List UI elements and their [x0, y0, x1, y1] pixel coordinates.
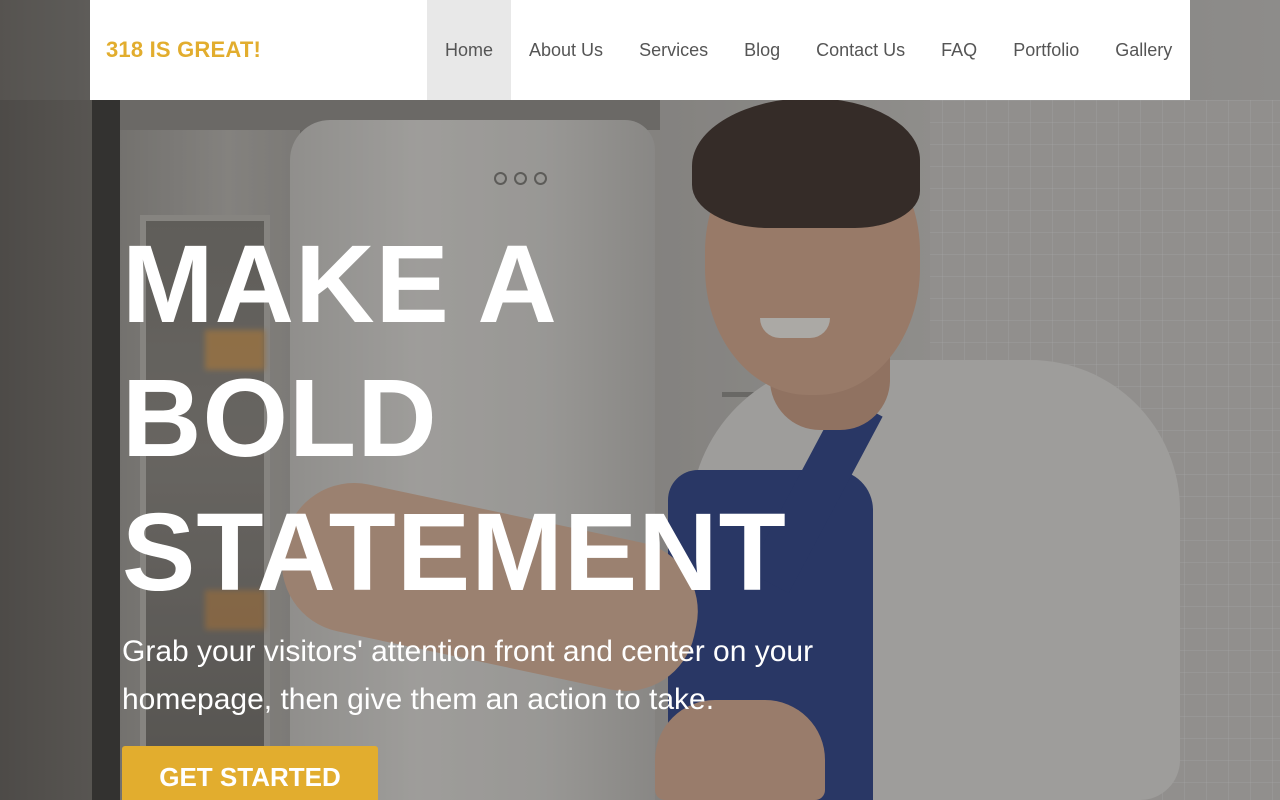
page: 318 IS GREAT! Home About Us Services Blo…	[0, 0, 1280, 800]
hero-subtext: Grab your visitors' attention front and …	[122, 635, 814, 716]
nav-item-contact-us[interactable]: Contact Us	[798, 0, 923, 100]
hero-headline: MAKE A BOLD STATEMENT	[122, 218, 882, 620]
nav-item-about-us[interactable]: About Us	[511, 0, 621, 100]
nav-item-blog[interactable]: Blog	[726, 0, 798, 100]
get-started-button[interactable]: GET STARTED	[122, 746, 378, 800]
nav-item-gallery[interactable]: Gallery	[1097, 0, 1190, 100]
hero-headline-line: BOLD	[122, 357, 438, 480]
main-nav: Home About Us Services Blog Contact Us F…	[427, 0, 1190, 100]
hero-headline-line: MAKE A	[122, 223, 558, 346]
hero-headline-line: STATEMENT	[122, 491, 787, 614]
site-header: 318 IS GREAT! Home About Us Services Blo…	[90, 0, 1190, 100]
nav-item-faq[interactable]: FAQ	[923, 0, 995, 100]
nav-item-services[interactable]: Services	[621, 0, 726, 100]
nav-item-portfolio[interactable]: Portfolio	[995, 0, 1097, 100]
nav-item-home[interactable]: Home	[427, 0, 512, 100]
site-logo[interactable]: 318 IS GREAT!	[106, 37, 261, 63]
